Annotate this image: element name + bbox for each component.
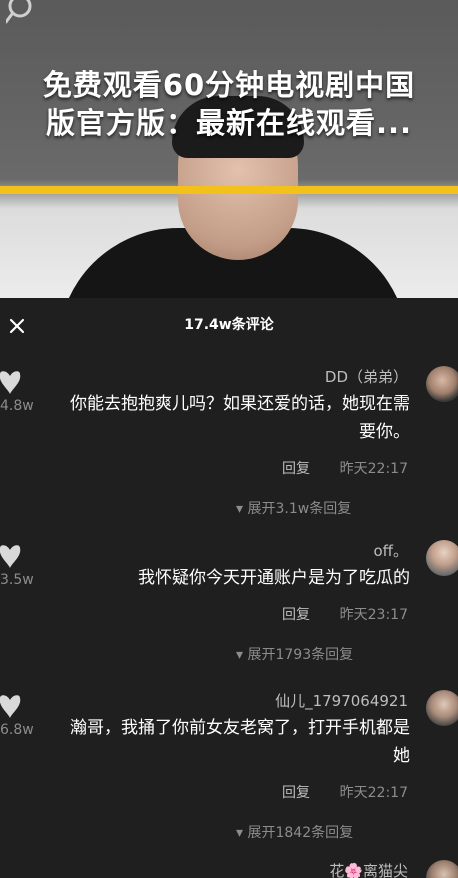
like-count: 6.8w [0,722,34,738]
comment-text: 瀚哥，我捅了你前女友老窝了，打开手机都是她 [70,718,410,766]
chevron-down-icon: ▾ [236,501,248,517]
expand-replies-button[interactable]: ▾ 展开1793条回复 [236,644,353,664]
reply-button[interactable]: 回复 [282,782,310,802]
avatar[interactable] [426,540,458,576]
comment-panel-header: 17.4w条评论 [0,298,458,350]
comment-username[interactable]: 花🌸离猫尖 [329,860,408,878]
avatar[interactable] [426,690,458,726]
comment-username[interactable]: off。 [373,540,408,561]
heart-icon[interactable] [0,544,28,570]
comment-text: 你能去抱抱爽儿吗？如果还爱的话，她现在需要你。 [70,394,410,442]
video-frame[interactable]: 免费观看60分钟电视剧中国 版官方版：最新在线观看... [0,0,458,298]
heart-icon[interactable] [0,370,28,396]
chevron-down-icon: ▾ [236,647,248,663]
comment-time: 昨天23:17 [339,607,408,623]
avatar[interactable] [426,366,458,402]
search-icon[interactable] [6,0,36,30]
expand-replies-button[interactable]: ▾ 展开1842条回复 [236,822,353,842]
expand-replies-label: 展开3.1w条回复 [247,501,352,517]
comment-count-title: 17.4w条评论 [184,317,274,333]
avatar[interactable] [426,860,458,878]
headline-line-2: 版官方版：最新在线观看... [45,106,413,140]
comment-username[interactable]: DD（弟弟） [325,366,408,387]
heart-icon[interactable] [0,694,28,720]
comment-time: 昨天22:17 [339,461,408,477]
expand-replies-label: 展开1793条回复 [247,647,354,663]
comment-text: 我怀疑你今天开通账户是为了吃瓜的 [138,568,410,588]
expand-replies-button[interactable]: ▾ 展开3.1w条回复 [236,498,351,518]
headline: 免费观看60分钟电视剧中国 版官方版：最新在线观看... [0,66,458,142]
like-count: 4.8w [0,398,34,414]
headline-accent-bar [0,186,458,194]
like-count: 3.5w [0,572,34,588]
headline-line-1: 免费观看60分钟电视剧中国 [42,68,416,102]
expand-replies-label: 展开1842条回复 [247,825,354,841]
reply-button[interactable]: 回复 [282,604,310,624]
comment-username[interactable]: 仙儿_1797064921 [275,690,408,711]
comment-panel: 17.4w条评论 DD（弟弟） 你能去抱抱爽儿吗？如果还爱的话，她现在需要你。 … [0,298,458,878]
comment-time: 昨天22:17 [339,785,408,801]
reply-button[interactable]: 回复 [282,458,310,478]
chevron-down-icon: ▾ [236,825,248,841]
